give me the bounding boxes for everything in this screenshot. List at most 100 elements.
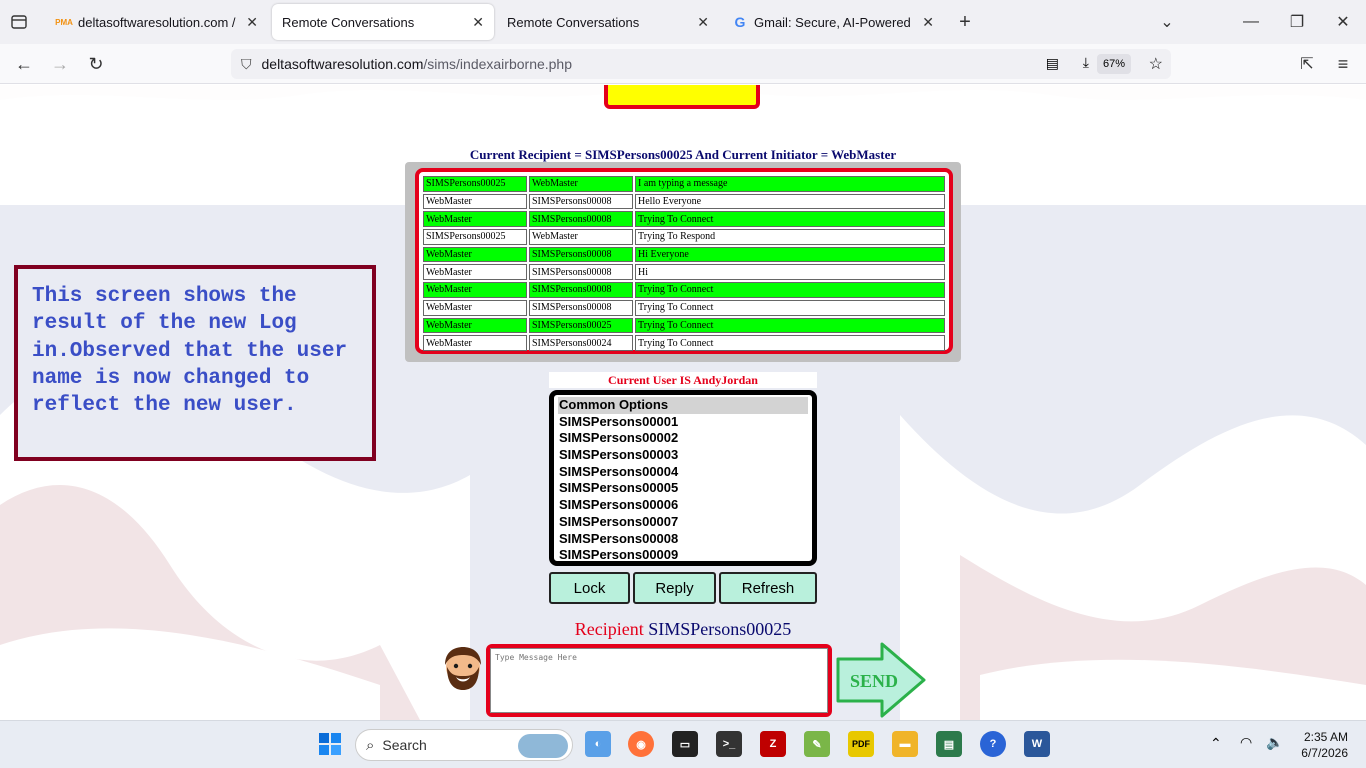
message-sender: WebMaster: [423, 264, 527, 281]
word-icon[interactable]: W: [1024, 731, 1050, 757]
reload-icon[interactable]: ↻: [84, 54, 108, 74]
tab-title: Gmail: Secure, AI-Powered Emai: [754, 14, 914, 30]
close-icon[interactable]: ✕: [472, 14, 484, 31]
listbox-option-person[interactable]: SIMSPersons00002: [558, 430, 808, 447]
save-to-pocket-icon[interactable]: ⤓: [1083, 54, 1089, 71]
firefox-icon[interactable]: ◉: [628, 731, 654, 757]
message-text: Trying To Connect: [635, 282, 945, 298]
message-recipient: SIMSPersons00008: [529, 246, 633, 263]
phpmyadmin-icon: PMA: [55, 17, 73, 27]
minimize-icon[interactable]: —: [1240, 12, 1262, 32]
chevron-up-icon[interactable]: ⌃: [1210, 735, 1222, 752]
conversation-row: WebMaster SIMSPersons00008 Trying To Conne…: [423, 299, 945, 316]
tab-remote-conversations[interactable]: Remote Conversations ✕: [497, 4, 719, 40]
message-sender: WebMaster: [423, 211, 527, 228]
message-input-frame: [486, 644, 832, 717]
message-sender: SIMSPersons00025: [423, 176, 527, 192]
notepad-plus-icon[interactable]: ✎: [804, 731, 830, 757]
chevron-down-icon[interactable]: ⌄: [1156, 12, 1178, 32]
listbox-option-person[interactable]: SIMSPersons00005: [558, 480, 808, 497]
windows-start-icon[interactable]: [317, 731, 343, 757]
tab-bar: PMA deltasoftwaresolution.com / loc ✕ Re…: [0, 0, 1366, 44]
conversation-frame: SIMSPersons00025 WebMaster I am typing a m…: [405, 162, 961, 362]
recipient-value: SIMSPersons00025: [648, 619, 792, 639]
file-explorer-icon[interactable]: ▬: [892, 731, 918, 757]
forward-arrow-icon[interactable]: →: [48, 54, 72, 74]
tab-phpmyadmin[interactable]: PMA deltasoftwaresolution.com / loc ✕: [46, 4, 268, 40]
listbox-option-person[interactable]: SIMSPersons00009: [558, 547, 808, 561]
url-host: deltasoftwaresolution.com: [261, 56, 424, 72]
tab-gmail[interactable]: G Gmail: Secure, AI-Powered Emai ✕: [722, 4, 944, 40]
zoom-level-badge[interactable]: 67%: [1096, 54, 1131, 74]
reader-view-icon[interactable]: ▤: [1046, 55, 1059, 72]
recipient-listbox[interactable]: Common Options SIMSPersons00001 SIMSPerson…: [549, 390, 817, 566]
address-bar[interactable]: ⛉ deltasoftwaresolution.com/sims/indexai…: [231, 49, 1171, 79]
conversation-row: WebMaster SIMSPersons00025 Trying To Conne…: [423, 317, 945, 334]
listbox-option-person[interactable]: SIMSPersons00001: [558, 414, 808, 431]
current-user-label: Current User IS AndyJordan: [549, 372, 817, 388]
annotation-text: This screen shows the result of the new …: [32, 285, 348, 418]
close-icon[interactable]: ✕: [922, 14, 934, 31]
lock-button[interactable]: Lock: [549, 572, 630, 604]
filezilla-icon[interactable]: Z: [760, 731, 786, 757]
navigation-bar: ← → ↻ ⛉ deltasoftwaresolution.com/sims/i…: [0, 44, 1366, 84]
conversation-row: WebMaster SIMSPersons00008 Hello Everyone: [423, 193, 945, 210]
reply-button[interactable]: Reply: [633, 572, 716, 604]
message-text: Hi Everyone: [635, 246, 945, 263]
message-recipient: SIMSPersons00025: [529, 317, 633, 334]
site-info-shield-icon[interactable]: ⛉: [241, 56, 252, 73]
tab-title: Remote Conversations: [507, 14, 640, 30]
terminal-app-icon[interactable]: ▭: [672, 731, 698, 757]
message-sender: SIMSPersons00025: [423, 229, 527, 245]
message-text: Trying To Respond: [635, 229, 945, 245]
search-icon: ⌕: [366, 736, 375, 754]
new-tab-plus-icon[interactable]: +: [954, 11, 976, 33]
message-recipient: SIMSPersons00024: [529, 335, 633, 351]
listbox-option-common[interactable]: Common Options: [558, 397, 808, 414]
refresh-button[interactable]: Refresh: [719, 572, 817, 604]
message-sender: WebMaster: [423, 282, 527, 298]
send-arrow-button[interactable]: SEND: [836, 642, 926, 718]
listbox-option-person[interactable]: SIMSPersons00006: [558, 497, 808, 514]
top-yellow-panel: [604, 85, 760, 109]
clock-date: 6/7/2026: [1301, 746, 1348, 760]
listbox-option-person[interactable]: SIMSPersons00004: [558, 464, 808, 481]
extensions-icon[interactable]: ⇱: [1296, 54, 1318, 74]
search-highlight-image: [518, 734, 568, 758]
message-sender: WebMaster: [423, 317, 527, 334]
listbox-option-person[interactable]: SIMSPersons00008: [558, 531, 808, 548]
reader-app-icon[interactable]: ▤: [936, 731, 962, 757]
message-text: Trying To Connect: [635, 299, 945, 316]
close-icon[interactable]: ✕: [697, 14, 709, 31]
close-icon[interactable]: ✕: [246, 14, 258, 31]
conversation-row: WebMaster SIMSPersons00008 Hi Everyone: [423, 246, 945, 263]
send-button-label: SEND: [850, 671, 898, 691]
message-text: Hi: [635, 264, 945, 281]
message-input[interactable]: [490, 648, 828, 713]
conversation-row: WebMaster SIMSPersons00024 Trying To Conne…: [423, 335, 945, 351]
window-close-icon[interactable]: ✕: [1332, 12, 1354, 32]
message-recipient: SIMSPersons00008: [529, 264, 633, 281]
tab-title: Remote Conversations: [282, 14, 415, 30]
volume-icon[interactable]: 🔈: [1266, 734, 1283, 751]
conversation-table-container: SIMSPersons00025 WebMaster I am typing a m…: [415, 168, 953, 354]
system-clock[interactable]: 2:35 AM 6/7/2026: [1301, 729, 1348, 761]
help-icon[interactable]: ?: [980, 731, 1006, 757]
tab-list-icon[interactable]: [8, 12, 30, 32]
command-prompt-icon[interactable]: >_: [716, 731, 742, 757]
tab-remote-conversations-active[interactable]: Remote Conversations ✕: [272, 4, 494, 40]
menu-icon[interactable]: ≡: [1332, 54, 1354, 74]
wifi-icon[interactable]: ◠: [1240, 734, 1252, 751]
taskbar-search-box[interactable]: ⌕ Search: [355, 729, 573, 761]
pdf-app-icon[interactable]: PDF: [848, 731, 874, 757]
message-sender: WebMaster: [423, 193, 527, 210]
listbox-option-person[interactable]: SIMSPersons00003: [558, 447, 808, 464]
conversation-title: Current Recipient = SIMSPersons00025 And…: [469, 147, 897, 162]
back-arrow-icon[interactable]: ←: [12, 54, 36, 74]
message-sender: WebMaster: [423, 299, 527, 316]
restore-icon[interactable]: ❐: [1286, 12, 1308, 32]
message-text: I am typing a message: [635, 176, 945, 192]
listbox-option-person[interactable]: SIMSPersons00007: [558, 514, 808, 531]
paint-app-icon[interactable]: ◐: [585, 731, 611, 757]
bookmark-star-icon[interactable]: ☆: [1149, 54, 1163, 74]
